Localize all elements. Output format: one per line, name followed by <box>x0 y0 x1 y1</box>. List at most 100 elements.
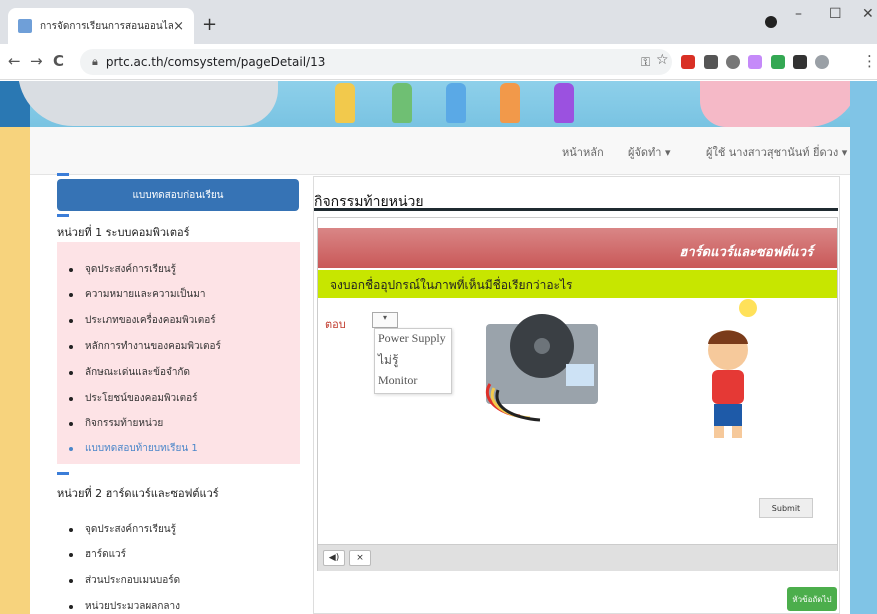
bullet-icon <box>69 421 73 426</box>
banner-student-figure <box>446 83 466 123</box>
bullet-icon <box>69 292 73 297</box>
web-page: หน้าหลัก ผู้จัดทำ ▾ ผู้ใช้ นางสาวสุชานัน… <box>0 81 877 614</box>
boy-shirt-shape <box>712 370 744 404</box>
title-underline <box>314 208 838 211</box>
submit-button[interactable]: Submit <box>759 498 813 518</box>
unit1-item[interactable]: ความหมายและความเป็นมา <box>69 287 205 302</box>
unit1-item-active[interactable]: แบบทดสอบท้ายบทเรียน 1 <box>69 441 198 456</box>
minimize-button[interactable]: – <box>795 6 802 22</box>
back-button[interactable]: ← <box>8 52 21 70</box>
accent-line <box>57 214 69 217</box>
unit2-item[interactable]: ฮาร์ดแวร์ <box>69 547 126 562</box>
brush-extension-icon[interactable] <box>748 55 762 69</box>
banner-student-figure <box>500 83 520 123</box>
question-bar: จงบอกชื่ออุปกรณ์ในภาพที่เห็นมีชื่อเรียกว… <box>318 270 837 298</box>
browser-tabbar: การจัดการเรียนการสอนออนไลน์ × + – ☐ ✕ <box>0 0 877 44</box>
banner-keyboard-illustration <box>700 81 860 127</box>
bullet-icon <box>69 578 73 583</box>
pretest-button[interactable]: แบบทดสอบก่อนเรียน <box>57 179 299 211</box>
bullet-icon <box>69 604 73 609</box>
power-supply-image <box>486 314 598 422</box>
activity-header: ฮาร์ดแวร์และซอฟต์แวร์ <box>318 228 837 268</box>
left-decorative-stripe <box>0 127 30 614</box>
audio-icon[interactable]: ◀) <box>323 550 345 566</box>
banner-computer-illustration <box>18 81 278 126</box>
unit2-menu: จุดประสงค์การเรียนรู้ ฮาร์ดแวร์ ส่วนประก… <box>57 502 300 614</box>
profile-avatar-icon[interactable] <box>815 55 829 69</box>
grid-extension-icon[interactable] <box>704 55 718 69</box>
boy-shorts-shape <box>714 404 742 426</box>
accent-line <box>57 173 69 176</box>
bullet-icon <box>69 267 73 272</box>
unit2-heading[interactable]: หน่วยที่ 2 ฮาร์ดแวร์และซอฟต์แวร์ <box>57 484 219 502</box>
browser-menu-icon[interactable]: ⋮ <box>862 52 877 70</box>
unit1-item[interactable]: จุดประสงค์การเรียนรู้ <box>69 262 176 277</box>
bookmark-star-icon[interactable]: ☆ <box>656 52 669 68</box>
answer-dropdown: Power Supply ไม่รู้ Monitor <box>374 328 452 394</box>
answer-select[interactable]: ▾ <box>372 312 398 328</box>
browser-tab[interactable]: การจัดการเรียนการสอนออนไลน์ × <box>8 8 194 44</box>
psu-label-shape <box>566 364 594 386</box>
url-text: prtc.ac.th/comsystem/pageDetail/13 <box>105 55 326 69</box>
lightbulb-icon <box>739 299 757 317</box>
psu-fan-hub-shape <box>534 338 550 354</box>
answer-option[interactable]: Power Supply <box>378 331 446 346</box>
bullet-icon <box>69 552 73 557</box>
nav-home-link[interactable]: หน้าหลัก <box>562 143 604 161</box>
bullet-icon <box>69 527 73 532</box>
close-window-button[interactable]: ✕ <box>862 6 874 22</box>
profile-indicator-icon[interactable] <box>765 16 777 28</box>
banner-student-figure <box>335 83 355 123</box>
pdf-extension-icon[interactable] <box>681 55 695 69</box>
close-icon[interactable]: × <box>349 550 371 566</box>
activity-header-text: ฮาร์ดแวร์และซอฟต์แวร์ <box>679 245 813 260</box>
bullet-icon <box>69 370 73 375</box>
bullet-icon <box>69 318 73 323</box>
content-panel: กิจกรรมท้ายหน่วย ฮาร์ดแวร์และซอฟต์แวร์ จ… <box>313 176 840 614</box>
banner-student-figure <box>554 83 574 123</box>
new-tab-button[interactable]: + <box>202 14 217 35</box>
right-decorative-stripe <box>850 81 877 614</box>
unit1-item[interactable]: หลักการทำงานของคอมพิวเตอร์ <box>69 339 221 354</box>
browser-toolbar: ← → C 🔒︎ prtc.ac.th/comsystem/pageDetail… <box>0 44 877 80</box>
unit1-item[interactable]: ลักษณะเด่นและข้อจำกัด <box>69 365 190 380</box>
nav-user-dropdown[interactable]: ผู้ใช้ นางสาวสุชานันท์ ยี่ดวง ▾ <box>706 143 847 161</box>
boy-cartoon-image <box>708 299 757 438</box>
puzzle-extension-icon[interactable] <box>793 55 807 69</box>
circle-extension-icon[interactable] <box>726 55 740 69</box>
next-topic-button[interactable]: หัวข้อถัดไป <box>787 587 837 611</box>
unit1-heading[interactable]: หน่วยที่ 1 ระบบคอมพิวเตอร์ <box>57 223 189 241</box>
site-navbar: หน้าหลัก ผู้จัดทำ ▾ ผู้ใช้ นางสาวสุชานัน… <box>30 127 850 175</box>
unit1-item[interactable]: กิจกรรมท้ายหน่วย <box>69 416 163 431</box>
banner-student-figure <box>392 83 412 123</box>
unit1-item[interactable]: ประโยชน์ของคอมพิวเตอร์ <box>69 391 197 406</box>
player-controls: ◀) × <box>318 544 837 571</box>
address-bar[interactable]: 🔒︎ prtc.ac.th/comsystem/pageDetail/13 <box>80 49 672 75</box>
boy-hair-shape <box>708 330 748 344</box>
header-banner <box>0 81 877 127</box>
tab-close-icon[interactable]: × <box>173 19 184 34</box>
unit2-item[interactable]: หน่วยประมวลผลกลาง <box>69 599 180 614</box>
unit2-item[interactable]: จุดประสงค์การเรียนรู้ <box>69 522 176 537</box>
lesson-sidebar: แบบทดสอบก่อนเรียน หน่วยที่ 1 ระบบคอมพิวเ… <box>40 173 302 614</box>
unit1-item[interactable]: ประเภทของเครื่องคอมพิวเตอร์ <box>69 313 216 328</box>
reload-button[interactable]: C <box>53 52 64 70</box>
forward-button[interactable]: → <box>30 52 43 70</box>
maximize-button[interactable]: ☐ <box>829 6 842 22</box>
unit2-item[interactable]: ส่วนประกอบเมนบอร์ด <box>69 573 180 588</box>
question-text: จงบอกชื่ออุปกรณ์ในภาพที่เห็นมีชื่อเรียกว… <box>330 278 573 292</box>
accent-line <box>57 472 69 475</box>
answer-label: ตอบ <box>325 318 346 331</box>
lock-icon: 🔒︎ <box>92 55 98 68</box>
green-extension-icon[interactable] <box>771 55 785 69</box>
key-icon[interactable]: ⚿ <box>641 55 650 70</box>
favicon-icon <box>18 19 32 33</box>
activity-frame: ฮาร์ดแวร์และซอฟต์แวร์ จงบอกชื่ออุปกรณ์ใน… <box>317 217 838 571</box>
bullet-icon <box>69 344 73 349</box>
answer-option[interactable]: Monitor <box>378 373 417 388</box>
unit1-menu: จุดประสงค์การเรียนรู้ ความหมายและความเป็… <box>57 242 300 464</box>
boy-leg-shape <box>714 426 724 438</box>
answer-option[interactable]: ไม่รู้ <box>378 351 398 370</box>
bullet-icon <box>69 396 73 401</box>
nav-admin-dropdown[interactable]: ผู้จัดทำ ▾ <box>628 143 670 161</box>
